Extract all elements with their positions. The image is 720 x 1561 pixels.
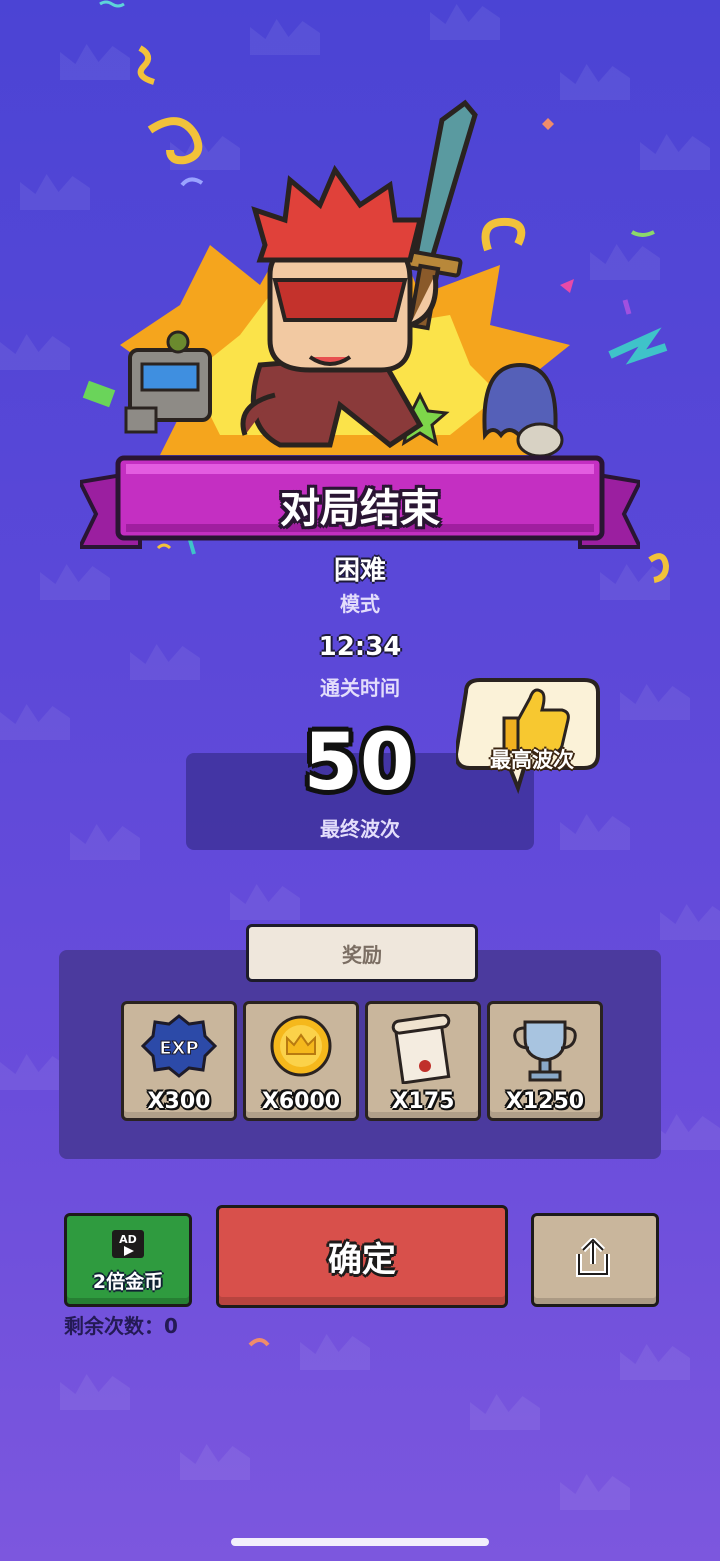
exp-icon: EXP [140,1014,218,1078]
video-ad-icon: AD [112,1230,144,1258]
home-indicator[interactable] [231,1538,489,1546]
confirm-button[interactable]: 确定 [216,1205,508,1308]
reward-item-exp[interactable]: EXP X300 [121,1001,237,1121]
gold-coin-icon [270,1015,332,1077]
svg-text:EXP: EXP [159,1038,198,1059]
share-icon [576,1238,610,1277]
scroll-icon [391,1014,451,1084]
double-gold-ad-button[interactable]: AD 2倍金币 [64,1213,192,1307]
clear-time-value: 12:34 [318,632,402,662]
final-wave-label: 最终波次 [320,817,400,841]
svg-text:AD: AD [119,1233,137,1246]
reward-title: 奖励 [246,924,478,982]
best-wave-badge [456,678,600,794]
reward-qty: X6000 [261,1089,341,1114]
reward-item-scroll[interactable]: X175 [365,1001,481,1121]
page-title: 对局结束 [280,486,440,532]
reward-qty: X175 [391,1089,455,1114]
mode-value: 困难 [333,556,386,586]
mode-label: 模式 [340,592,380,616]
share-button[interactable] [531,1213,659,1307]
final-wave-value: 50 [303,718,417,808]
ad-button-label: 2倍金币 [92,1271,164,1293]
reward-qty: X1250 [505,1089,585,1114]
remaining-count: 剩余次数：0 [64,1314,178,1338]
reward-item-gold[interactable]: X6000 [243,1001,359,1121]
reward-item-trophy[interactable]: X1250 [487,1001,603,1121]
best-wave-label: 最高波次 [490,748,574,772]
reward-qty: X300 [147,1089,211,1114]
trophy-icon [513,1020,577,1082]
clear-time-label: 通关时间 [320,676,400,700]
hero-illustration [82,99,570,458]
